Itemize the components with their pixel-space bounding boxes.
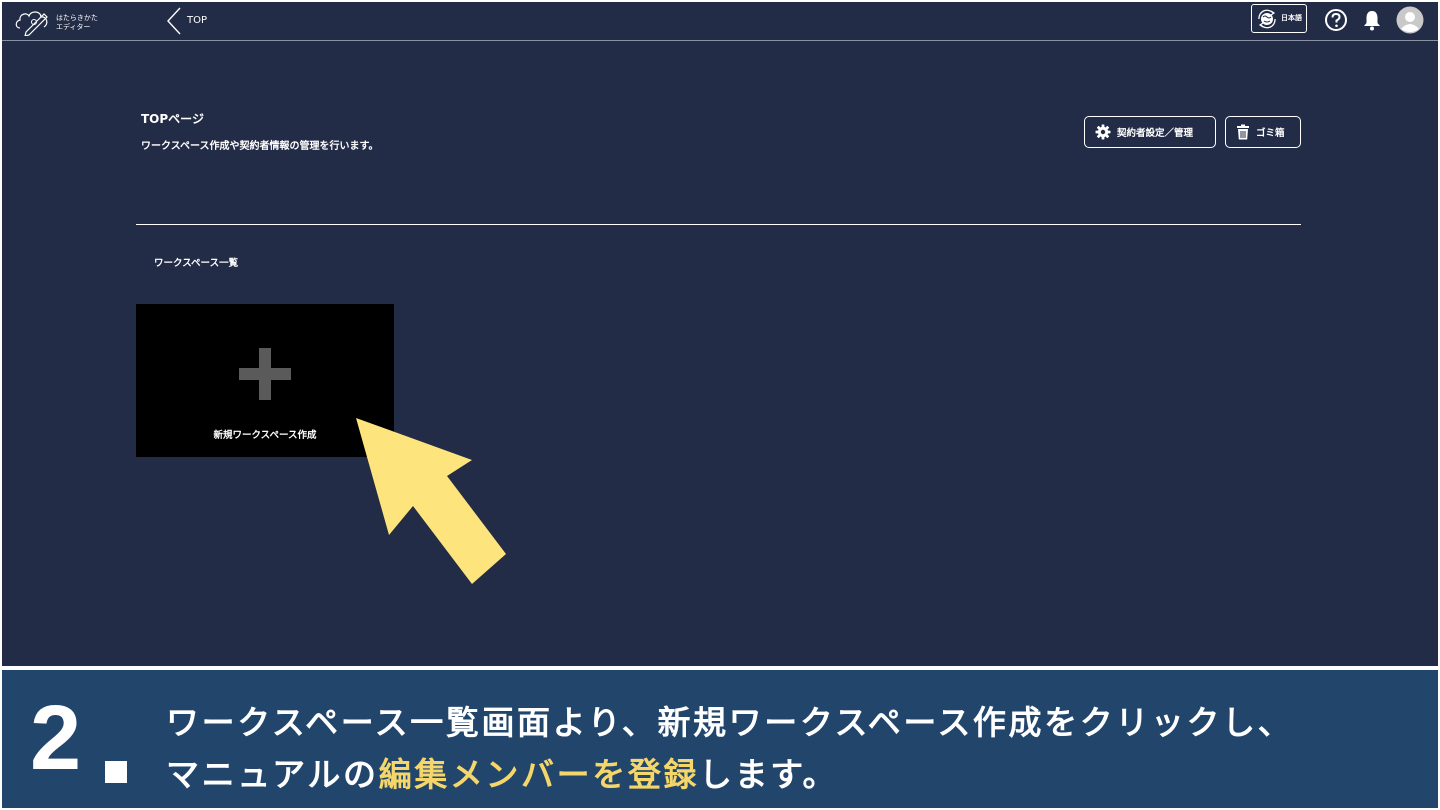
caption-highlight-register: 登録 — [627, 755, 700, 794]
logo-line1: はたらきかた — [56, 14, 98, 22]
app-logo[interactable]: はたらきかた エディター — [14, 6, 124, 36]
app-screen: はたらきかた エディター TOP 日本語 TOPページ ワークスペース作成や契約… — [2, 2, 1438, 666]
pointer-arrow-icon — [356, 418, 506, 584]
cloud-pencil-logo-icon — [15, 11, 48, 36]
plus-icon — [239, 348, 291, 400]
globe-sync-icon — [1258, 9, 1276, 29]
help-button[interactable] — [1324, 8, 1348, 32]
caption-line2-post: します。 — [699, 755, 839, 794]
section-divider — [136, 224, 1301, 225]
breadcrumb-top: TOP — [187, 15, 208, 26]
header-bar: はたらきかた エディター TOP 日本語 — [2, 2, 1438, 41]
caption-highlight-edit: 編集 — [378, 755, 450, 794]
page-title: TOPページ — [141, 112, 204, 126]
bell-icon — [1364, 11, 1380, 31]
step-dot — [105, 761, 127, 783]
instruction-caption: 2 ワークスペース一覧画面より、新規ワークスペース作成をクリックし、 マニュアル… — [2, 670, 1438, 808]
caption-line2: マニュアルの編集メンバーを登録します。 — [166, 748, 838, 796]
language-label: 日本語 — [1281, 14, 1302, 22]
contract-settings-label: 契約者設定／管理 — [1117, 128, 1194, 139]
workspace-list-title: ワークスペース一覧 — [154, 258, 239, 269]
language-switch-button[interactable]: 日本語 — [1251, 4, 1307, 33]
caption-line1: ワークスペース一覧画面より、新規ワークスペース作成をクリックし、 — [166, 703, 1294, 742]
gear-icon — [1095, 124, 1111, 140]
trash-label: ゴミ箱 — [1256, 128, 1285, 139]
notifications-button[interactable] — [1360, 8, 1384, 32]
help-icon — [1325, 9, 1347, 31]
trash-button[interactable]: ゴミ箱 — [1225, 116, 1301, 148]
user-avatar-icon — [1396, 6, 1424, 34]
back-to-top-button[interactable]: TOP — [162, 6, 222, 36]
user-menu-button[interactable] — [1396, 6, 1424, 34]
caption-line2-pre: マニュアルの — [166, 755, 379, 794]
caption-highlight-members: メンバーを — [449, 755, 628, 794]
step-number: 2 — [30, 687, 81, 789]
logo-line2: エディター — [56, 23, 91, 31]
logo-text: はたらきかた エディター — [56, 14, 98, 32]
contract-settings-button[interactable]: 契約者設定／管理 — [1084, 116, 1216, 148]
page-description: ワークスペース作成や契約者情報の管理を行います。 — [141, 141, 379, 152]
chevron-left-icon — [167, 7, 181, 35]
trash-icon — [1237, 124, 1249, 140]
